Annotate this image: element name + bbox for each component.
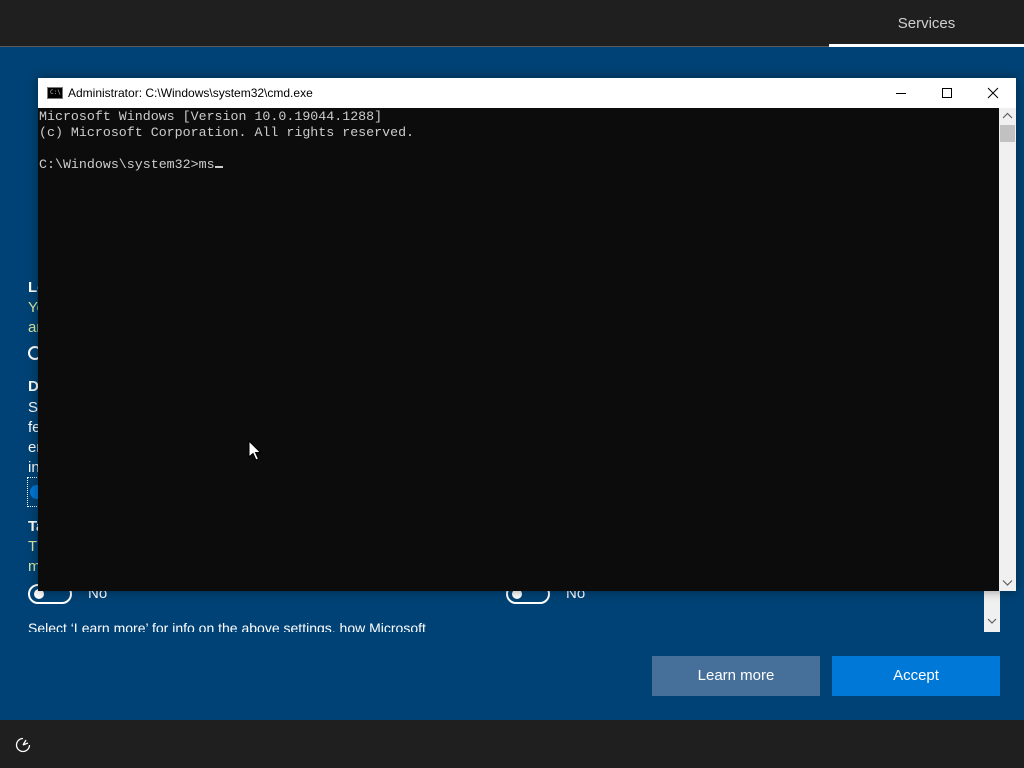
minimize-button[interactable]: [878, 78, 924, 108]
cmd-app-icon[interactable]: C:\: [47, 87, 63, 99]
maximize-button[interactable]: [924, 78, 970, 108]
text-cursor: [214, 166, 223, 168]
accept-button[interactable]: Accept: [832, 656, 1000, 696]
cmd-window-title: Administrator: C:\Windows\system32\cmd.e…: [68, 86, 313, 100]
scroll-up-icon[interactable]: [999, 108, 1016, 125]
top-bar: Services: [0, 0, 1024, 47]
mouse-pointer-icon: [248, 440, 262, 461]
close-button[interactable]: [970, 78, 1016, 108]
console-output[interactable]: Microsoft Windows [Version 10.0.19044.12…: [39, 109, 414, 173]
cmd-window[interactable]: C:\ Administrator: C:\Windows\system32\c…: [38, 78, 1016, 591]
footer-text: Select ‘Learn more’ for info on the abov…: [28, 620, 426, 632]
learn-more-button[interactable]: Learn more: [652, 656, 820, 696]
console-area[interactable]: Microsoft Windows [Version 10.0.19044.12…: [38, 108, 999, 591]
chevron-down-icon: [987, 618, 997, 624]
console-line: Microsoft Windows [Version 10.0.19044.12…: [39, 109, 383, 124]
minimize-icon: [896, 93, 906, 94]
maximize-icon: [942, 88, 952, 98]
console-prompt-line: C:\Windows\system32>ms: [39, 157, 215, 172]
close-icon: [987, 87, 999, 99]
scroll-thumb[interactable]: [1000, 125, 1015, 142]
ease-of-access-icon[interactable]: [14, 736, 32, 754]
bottom-bar: [0, 720, 1024, 768]
scroll-down-icon[interactable]: [999, 574, 1016, 591]
cmd-titlebar[interactable]: C:\ Administrator: C:\Windows\system32\c…: [38, 78, 1016, 108]
footer-text-clip: Select ‘Learn more’ for info on the abov…: [28, 620, 928, 632]
tab-services[interactable]: Services: [829, 0, 1024, 47]
console-scrollbar[interactable]: [999, 108, 1016, 591]
oobe-scrollbar[interactable]: [984, 590, 1000, 632]
console-line: (c) Microsoft Corporation. All rights re…: [39, 125, 415, 140]
